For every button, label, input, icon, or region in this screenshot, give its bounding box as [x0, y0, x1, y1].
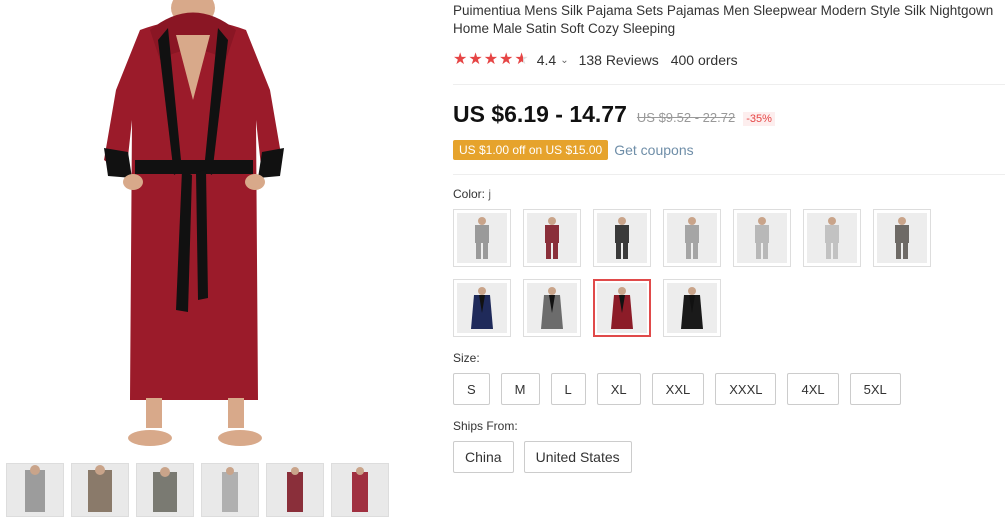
color-swatch-gray-pajama[interactable]: [453, 209, 511, 267]
main-product-image[interactable]: [0, 0, 388, 455]
size-option-xxxl[interactable]: XXXL: [715, 373, 777, 405]
chevron-down-icon[interactable]: ⌄: [560, 55, 568, 66]
size-option-l[interactable]: L: [550, 373, 586, 405]
thumbnail-3[interactable]: [136, 463, 194, 517]
discount-badge: -35%: [743, 112, 775, 126]
divider: [453, 84, 1005, 85]
coupon-row: US $1.00 off on US $15.00 Get coupons: [453, 140, 1005, 160]
thumbnail-5[interactable]: [266, 463, 324, 517]
size-option-5xl[interactable]: 5XL: [849, 373, 901, 405]
color-label: Color: j: [453, 187, 1005, 201]
size-option-m[interactable]: M: [500, 373, 540, 405]
selected-color-value: j: [488, 187, 492, 201]
color-swatch-gray-pajama-2[interactable]: [663, 209, 721, 267]
star-icon: ★: [453, 51, 468, 68]
rating-row: ★ ★ ★ ★ ★ 4.4 ⌄ 138 Reviews 400 orders: [453, 51, 1005, 69]
color-swatch-black-pajama[interactable]: [593, 209, 651, 267]
reviews-link[interactable]: 138 Reviews: [579, 52, 659, 68]
ships-from-united-states[interactable]: United States: [523, 441, 632, 473]
size-option-xl[interactable]: XL: [596, 373, 641, 405]
size-options: S M L XL XXL XXXL 4XL 5XL: [453, 373, 1005, 405]
color-swatch-red-robe[interactable]: [593, 279, 651, 337]
coupon-badge[interactable]: US $1.00 off on US $15.00: [453, 140, 609, 160]
color-swatch-gray-robe[interactable]: [523, 279, 581, 337]
product-title: Puimentiua Mens Silk Pajama Sets Pajamas…: [453, 3, 994, 36]
color-swatch-grid: [453, 209, 1005, 337]
rating-value[interactable]: 4.4: [537, 52, 556, 68]
get-coupons-link[interactable]: Get coupons: [614, 142, 693, 158]
original-price: US $9.52 - 22.72: [636, 110, 736, 125]
thumbnail-6[interactable]: [331, 463, 389, 517]
divider: [453, 174, 1005, 175]
product-info-panel: Puimentiua Mens Silk Pajama Sets Pajamas…: [453, 0, 1005, 473]
star-icon: ★: [483, 51, 499, 68]
size-label: Size:: [453, 351, 480, 365]
color-swatch-navy-robe[interactable]: [453, 279, 511, 337]
orders-count: 400 orders: [670, 52, 738, 68]
size-option-xxl[interactable]: XXL: [651, 373, 705, 405]
ships-from-label: Ships From:: [453, 419, 518, 433]
star-icon: ★: [499, 51, 514, 68]
rating-stars: ★ ★ ★ ★ ★: [453, 52, 529, 68]
color-label-text: Color:: [453, 187, 486, 201]
color-swatch-black-robe[interactable]: [663, 279, 721, 337]
color-swatch-silver-pajama[interactable]: [733, 209, 791, 267]
star-icon: ★: [468, 51, 483, 68]
thumbnail-1[interactable]: [6, 463, 64, 517]
color-swatch-lounge-photo[interactable]: [873, 209, 931, 267]
color-swatch-light-gray-pajama[interactable]: [803, 209, 861, 267]
color-swatch-maroon-pajama[interactable]: [523, 209, 581, 267]
ships-from-options: China United States: [453, 441, 1005, 473]
half-star-icon: ★: [514, 51, 529, 68]
ships-from-china[interactable]: China: [453, 441, 514, 473]
thumbnail-2[interactable]: [71, 463, 129, 517]
thumbnail-strip: [6, 463, 389, 517]
thumbnail-4[interactable]: [201, 463, 259, 517]
size-option-4xl[interactable]: 4XL: [787, 373, 839, 405]
price-row: US $6.19 - 14.77 US $9.52 - 22.72 -35%: [453, 101, 1005, 128]
current-price: US $6.19 - 14.77: [453, 101, 627, 127]
size-option-s[interactable]: S: [453, 373, 490, 405]
